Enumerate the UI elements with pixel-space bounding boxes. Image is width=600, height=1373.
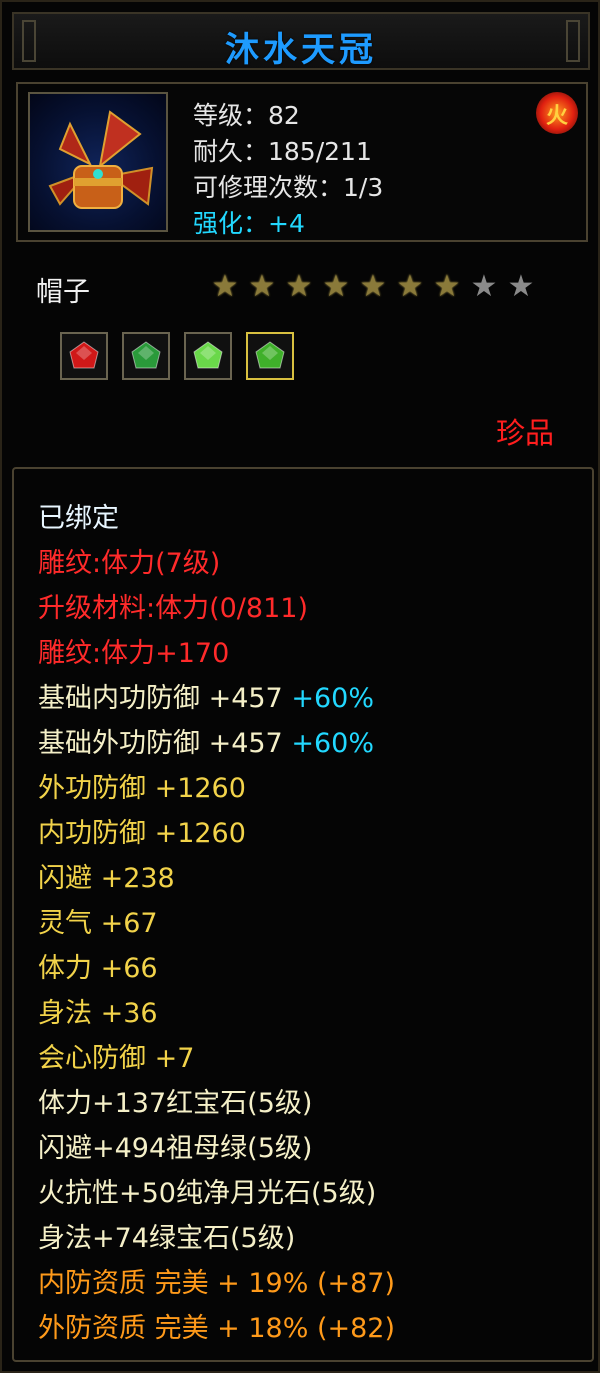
star-filled-icon: ★ <box>285 269 313 304</box>
fire-emblem-icon: 火 <box>536 92 578 134</box>
carve-bonus: 雕纹:体力+170 <box>38 638 230 669</box>
title-bar: 沐水天冠 <box>12 12 590 70</box>
star-filled-icon: ★ <box>211 269 239 304</box>
green-ring-gem-icon <box>130 340 162 372</box>
base-outer-defense: 基础外功防御 +457 +60% <box>38 726 374 762</box>
green-leaf-gem-icon <box>192 340 224 372</box>
base-outer-defense-pct: +60% <box>291 728 374 759</box>
gem-slot[interactable] <box>60 332 108 380</box>
gem-slot[interactable] <box>122 332 170 380</box>
star-filled-icon: ★ <box>433 269 461 304</box>
outer-defense: 外功防御 +1260 <box>38 773 246 804</box>
item-tooltip: 沐水天冠 等级：82 耐久：185/211 可修理次数：1/3 强化：+4 火 … <box>0 0 600 1373</box>
gem-slot[interactable] <box>184 332 232 380</box>
item-level: 等级：82 <box>193 101 300 130</box>
carve-level: 雕纹:体力(7级) <box>38 548 221 579</box>
gem-slots <box>60 332 294 380</box>
bound-status: 已绑定 <box>38 503 119 534</box>
item-rarity: 珍品 <box>496 416 555 450</box>
green-faceted-gem-icon <box>254 340 286 372</box>
star-rating: ★ ★ ★ ★ ★ ★ ★ ★ ★ <box>210 272 536 308</box>
inner-quality: 内防资质 完美 + 19% (+87) <box>38 1268 396 1299</box>
gem-bonus-1: 体力+137红宝石(5级) <box>38 1088 313 1119</box>
star-filled-icon: ★ <box>359 269 387 304</box>
title-cap-right <box>566 20 580 62</box>
item-type: 帽子 <box>36 277 90 308</box>
dodge: 闪避 +238 <box>38 863 175 894</box>
star-filled-icon: ★ <box>248 269 276 304</box>
inner-defense: 内功防御 +1260 <box>38 818 246 849</box>
item-thumbnail[interactable] <box>28 92 168 232</box>
stamina: 体力 +66 <box>38 953 158 984</box>
base-outer-defense-value: 基础外功防御 +457 <box>38 728 283 759</box>
gem-bonus-4: 身法+74绿宝石(5级) <box>38 1223 296 1254</box>
outer-quality: 外防资质 完美 + 18% (+82) <box>38 1313 396 1344</box>
item-durability: 耐久：185/211 <box>193 137 372 166</box>
upgrade-material: 升级材料:体力(0/811) <box>38 593 308 624</box>
item-name: 沐水天冠 <box>225 30 377 70</box>
item-repair-count: 可修理次数：1/3 <box>193 173 384 202</box>
base-inner-defense: 基础内功防御 +457 +60% <box>38 681 374 717</box>
item-summary: 等级：82 耐久：185/211 可修理次数：1/3 强化：+4 火 <box>16 82 588 242</box>
star-empty-icon: ★ <box>507 269 535 304</box>
base-inner-defense-pct: +60% <box>291 683 374 714</box>
star-filled-icon: ★ <box>322 269 350 304</box>
star-filled-icon: ★ <box>396 269 424 304</box>
crit-defense: 会心防御 +7 <box>38 1043 195 1074</box>
crown-hat-icon <box>48 110 154 209</box>
item-enhance: 强化：+4 <box>193 209 305 238</box>
red-gem-icon <box>68 340 100 372</box>
spirit: 灵气 +67 <box>38 908 158 939</box>
gem-bonus-2: 闪避+494祖母绿(5级) <box>38 1133 313 1164</box>
star-empty-icon: ★ <box>470 269 498 304</box>
agility: 身法 +36 <box>38 998 158 1029</box>
gem-slot[interactable] <box>246 332 294 380</box>
base-inner-defense-value: 基础内功防御 +457 <box>38 683 283 714</box>
attribute-panel: 已绑定 雕纹:体力(7级) 升级材料:体力(0/811) 雕纹:体力+170 基… <box>12 467 594 1362</box>
gem-bonus-3: 火抗性+50纯净月光石(5级) <box>38 1178 377 1209</box>
